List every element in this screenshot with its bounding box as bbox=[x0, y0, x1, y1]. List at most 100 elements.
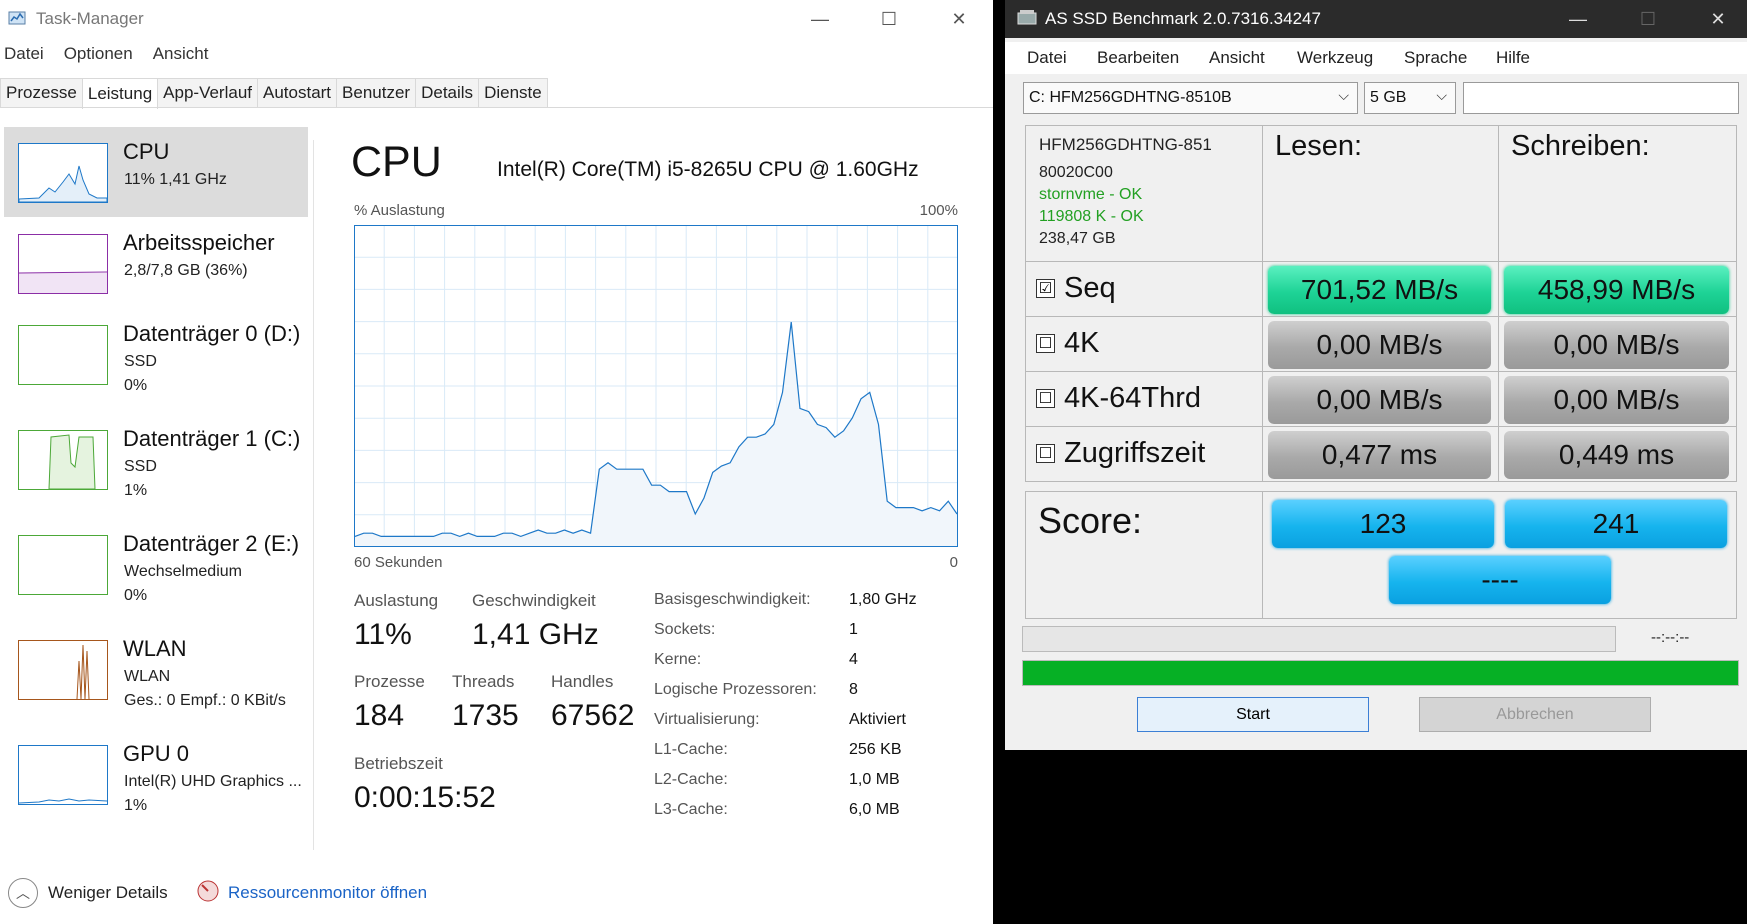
4k-64thrd-write-cell: 0,00 MB/s bbox=[1498, 371, 1737, 427]
maximize-button[interactable]: ☐ bbox=[866, 0, 912, 38]
zugriffszeit-read-cell: 0,477 ms bbox=[1262, 426, 1499, 482]
menu-ansicht[interactable]: Ansicht bbox=[1209, 48, 1265, 68]
sidebar-item-gpu-0[interactable]: GPU 0 Intel(R) UHD Graphics ... 1% bbox=[4, 729, 308, 819]
tab-dienste[interactable]: Dienste bbox=[478, 78, 548, 107]
sidebar-name: Datenträger 1 (C:) bbox=[123, 426, 301, 451]
minimize-button[interactable]: — bbox=[797, 0, 843, 38]
tab-prozesse[interactable]: Prozesse bbox=[0, 78, 83, 107]
sidebar-item-arbeitsspeicher[interactable]: Arbeitsspeicher 2,8/7,8 GB (36%) bbox=[4, 218, 308, 308]
graph-y-max-label: 100% bbox=[919, 202, 958, 219]
start-button[interactable]: Start bbox=[1137, 697, 1369, 732]
spec-value: 256 KB bbox=[849, 741, 902, 758]
cancel-button[interactable]: Abbrechen bbox=[1419, 697, 1651, 732]
score-label: Score: bbox=[1038, 500, 1143, 541]
menu-optionen[interactable]: Optionen bbox=[64, 44, 133, 63]
close-button[interactable]: ✕ bbox=[1695, 0, 1741, 38]
sidebar-sub2: Ges.: 0 Empf.: 0 KBit/s bbox=[124, 692, 286, 709]
sidebar-sub2: 0% bbox=[124, 587, 148, 604]
zugriffszeit-write-value: 0,449 ms bbox=[1504, 431, 1729, 479]
drive-capacity: 238,47 GB bbox=[1039, 230, 1116, 247]
maximize-button[interactable]: ☐ bbox=[1625, 0, 1671, 38]
sidebar-sub: SSD bbox=[124, 458, 157, 475]
tab-details[interactable]: Details bbox=[415, 78, 480, 107]
graph-x-left-label: 60 Sekunden bbox=[354, 554, 443, 571]
tab-app-verlauf[interactable]: App-Verlauf bbox=[157, 78, 258, 107]
menu-datei[interactable]: Datei bbox=[1027, 48, 1067, 68]
sidebar-item-datentraeger-0[interactable]: Datenträger 0 (D:) SSD 0% bbox=[4, 309, 308, 399]
sidebar-item-cpu[interactable]: CPU 11% 1,41 GHz bbox=[4, 127, 308, 217]
chevron-down-icon: ⌵ bbox=[1338, 87, 1349, 103]
task-manager-icon bbox=[8, 11, 26, 25]
menu-werkzeug[interactable]: Werkzeug bbox=[1297, 48, 1373, 68]
task-manager-window: Task-Manager — ☐ ✕ Datei Optionen Ansicht … bbox=[0, 0, 993, 924]
size-select[interactable]: 5 GB ⌵ bbox=[1364, 82, 1456, 114]
spec-key: Virtualisierung: bbox=[654, 711, 760, 728]
sidebar-sub: 2,8/7,8 GB (36%) bbox=[124, 262, 248, 279]
ssd-menubar: Datei Bearbeiten Ansicht Werkzeug Sprach… bbox=[1005, 42, 1747, 74]
sidebar-sub: Wechselmedium bbox=[124, 563, 242, 580]
chevron-up-icon[interactable]: ︿ bbox=[8, 878, 38, 908]
tab-autostart[interactable]: Autostart bbox=[257, 78, 338, 107]
cpu-usage-graph bbox=[354, 225, 958, 547]
spec-value: 4 bbox=[849, 651, 858, 668]
tab-benutzer[interactable]: Benutzer bbox=[336, 78, 417, 107]
menu-bearbeiten[interactable]: Bearbeiten bbox=[1097, 48, 1179, 68]
stat-handles-label: Handles bbox=[551, 672, 614, 691]
4k-checkbox[interactable]: ☐ bbox=[1036, 334, 1055, 353]
window-title: Task-Manager bbox=[36, 9, 144, 28]
sidebar-item-datentraeger-1[interactable]: Datenträger 1 (C:) SSD 1% bbox=[4, 414, 308, 504]
4k-64thrd-read-value: 0,00 MB/s bbox=[1268, 376, 1491, 424]
4k-write-value: 0,00 MB/s bbox=[1504, 321, 1729, 369]
graph-y-label: % Auslastung bbox=[354, 202, 445, 219]
minimize-button[interactable]: — bbox=[1555, 0, 1601, 38]
spec-key: L2-Cache: bbox=[654, 771, 728, 788]
read-header-cell: Lesen: bbox=[1262, 125, 1499, 262]
read-header: Lesen: bbox=[1275, 130, 1363, 162]
stat-threads: 1735 bbox=[452, 699, 519, 732]
menu-datei[interactable]: Datei bbox=[4, 44, 44, 63]
fewer-details-link[interactable]: Weniger Details bbox=[48, 883, 168, 903]
row-label: Seq bbox=[1064, 272, 1116, 304]
menu-sprache[interactable]: Sprache bbox=[1404, 48, 1467, 68]
spec-row: Basisgeschwindigkeit: 1,80 GHz bbox=[654, 591, 964, 621]
tab-leistung[interactable]: Leistung bbox=[81, 78, 159, 109]
seq-write-value: 458,99 MB/s bbox=[1504, 266, 1729, 314]
sidebar-name: WLAN bbox=[123, 636, 187, 661]
sidebar-sub2: 1% bbox=[124, 797, 148, 814]
as-ssd-window: AS SSD Benchmark 2.0.7316.34247 — ☐ ✕ Da… bbox=[1005, 0, 1747, 750]
stat-prozesse-label: Prozesse bbox=[354, 672, 425, 691]
zugriffszeit-checkbox[interactable]: ☐ bbox=[1036, 444, 1055, 463]
sidebar-item-datentraeger-2[interactable]: Datenträger 2 (E:) Wechselmedium 0% bbox=[4, 519, 308, 609]
menu-hilfe[interactable]: Hilfe bbox=[1496, 48, 1530, 68]
sidebar-name: GPU 0 bbox=[123, 741, 190, 766]
spec-row: Virtualisierung: Aktiviert bbox=[654, 711, 964, 741]
cpu-specs: Basisgeschwindigkeit: 1,80 GHz Sockets: 1 … bbox=[654, 591, 964, 831]
sidebar-sub: SSD bbox=[124, 353, 157, 370]
stat-geschwindigkeit-label: Geschwindigkeit bbox=[472, 591, 596, 610]
stat-threads-label: Threads bbox=[452, 672, 515, 691]
name-input[interactable] bbox=[1463, 82, 1739, 114]
resource-monitor-link[interactable]: Ressourcenmonitor öffnen bbox=[228, 883, 427, 903]
detail-title: CPU bbox=[351, 138, 442, 186]
sidebar-item-wlan[interactable]: WLAN WLAN Ges.: 0 Empf.: 0 KBit/s bbox=[4, 624, 308, 714]
wlan-thumbnail-graph bbox=[18, 640, 108, 700]
seq-checkbox[interactable]: ☑ bbox=[1036, 279, 1055, 298]
ssd-titlebar[interactable]: AS SSD Benchmark 2.0.7316.34247 — ☐ ✕ bbox=[1005, 0, 1747, 38]
spec-row: L2-Cache: 1,0 MB bbox=[654, 771, 964, 801]
size-select-value: 5 GB bbox=[1370, 89, 1407, 106]
row-4k: ☐ 4K bbox=[1025, 316, 1263, 372]
row-seq: ☑ Seq bbox=[1025, 261, 1263, 317]
sidebar-divider bbox=[313, 140, 314, 850]
tm-titlebar[interactable]: Task-Manager — ☐ ✕ bbox=[0, 0, 993, 38]
stat-handles: 67562 bbox=[551, 699, 635, 732]
spec-row: L3-Cache: 6,0 MB bbox=[654, 801, 964, 831]
drive-driver-status: stornvme - OK bbox=[1039, 186, 1143, 203]
total-progress-fill bbox=[1023, 661, 1738, 685]
4k-64thrd-checkbox[interactable]: ☐ bbox=[1036, 389, 1055, 408]
write-header-cell: Schreiben: bbox=[1498, 125, 1737, 262]
close-button[interactable]: ✕ bbox=[936, 0, 982, 38]
drive-select[interactable]: C: HFM256GDHTNG-8510B ⌵ bbox=[1023, 82, 1358, 114]
tm-menubar: Datei Optionen Ansicht bbox=[0, 44, 224, 70]
drive-model: HFM256GDHTNG-851 bbox=[1039, 135, 1212, 154]
menu-ansicht[interactable]: Ansicht bbox=[153, 44, 209, 63]
